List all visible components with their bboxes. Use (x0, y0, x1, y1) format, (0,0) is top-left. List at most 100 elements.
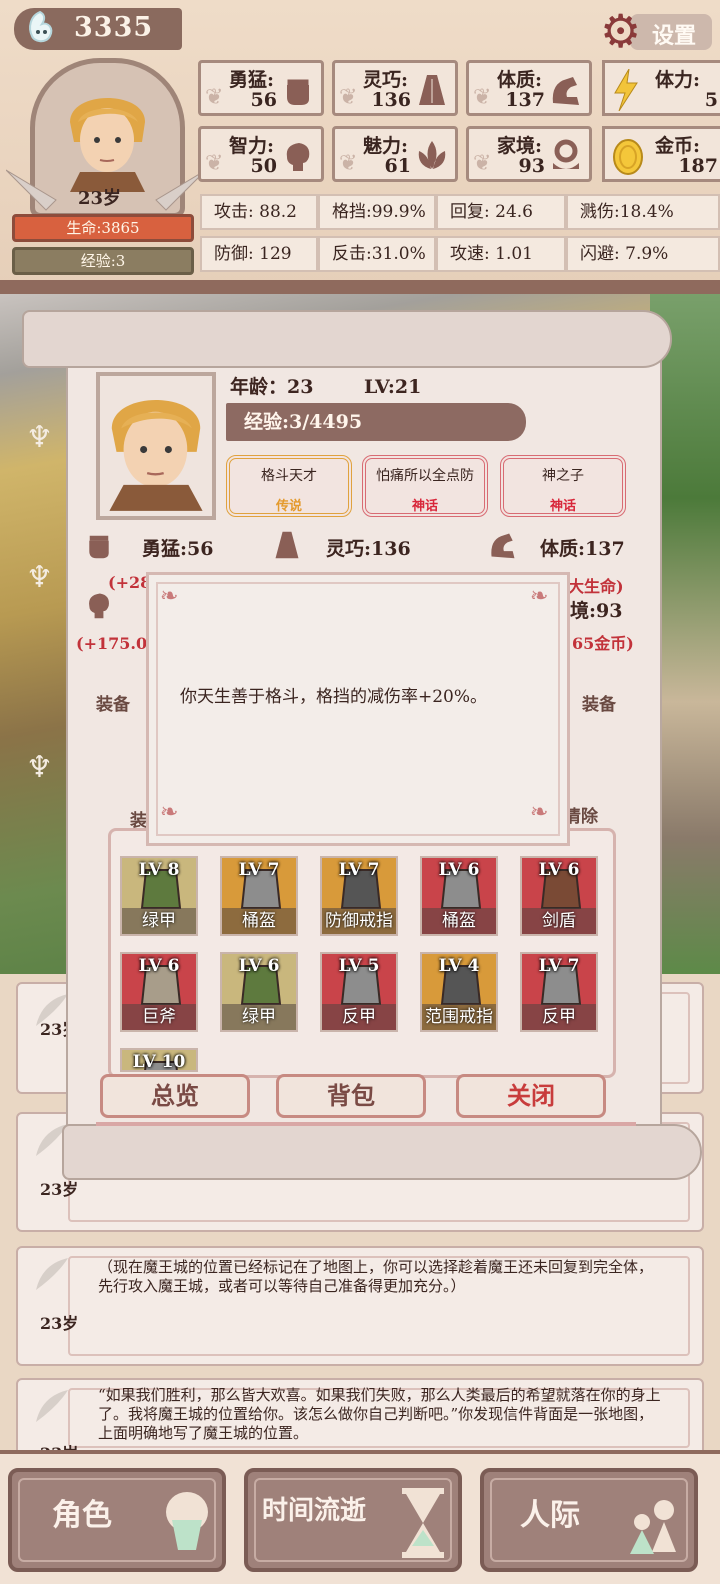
nav-label: 角色 (52, 1498, 112, 1533)
exp-banner: 经验:3/4495 (226, 403, 526, 441)
nav-social-button[interactable]: 人际 (480, 1468, 698, 1572)
equipment-slot[interactable]: LV 7 防御戒指 (320, 856, 398, 936)
stat-value: 61 (384, 155, 411, 177)
talent-card[interactable]: 神之子 神话 (500, 455, 626, 517)
map-marker-icon[interactable]: ♆ (26, 420, 53, 455)
character-portrait[interactable] (96, 372, 216, 520)
stat-card-intelligence[interactable]: ❦ 智力: 50 (198, 126, 324, 182)
gear-icon[interactable]: ⚙ (600, 8, 641, 54)
attr-regen: 回复: 24.6 (436, 194, 566, 230)
lotus-icon (418, 141, 446, 169)
stat-card-charm[interactable]: ❦ 魅力: 61 (332, 126, 458, 182)
log-entry: 23岁 （现在魔王城的位置已经标记在了地图上，你可以选择趁着魔王还未回复到完全体… (16, 1246, 704, 1366)
stat-value: 137 (505, 89, 545, 111)
close-button[interactable]: 关闭 (456, 1074, 606, 1118)
equipment-slot[interactable]: LV 4 范围戒指 (420, 952, 498, 1032)
bonus-text: 65金币) (572, 634, 634, 653)
level-value: LV:21 (363, 376, 422, 398)
stat-label: 灵巧: (363, 69, 409, 91)
arm-icon (552, 77, 579, 105)
soul-icon (29, 10, 53, 43)
equipment-name: 桶盔 (222, 908, 296, 934)
talent-rarity: 神话 (411, 499, 438, 514)
stat-card-family[interactable]: ❦ 家境: 93 (466, 126, 592, 182)
attr-attack: 攻击: 88.2 (200, 194, 318, 230)
equipment-slot[interactable]: LV 5 反甲 (320, 952, 398, 1032)
stamina-label: 体力: (655, 69, 701, 91)
feather-icon (36, 1258, 68, 1290)
bonus-text: 大生命) (568, 577, 624, 596)
attr-block: 格挡:99.9% (318, 194, 436, 230)
equipment-slot[interactable]: LV 7 桶盔 (220, 856, 298, 936)
leaf-ornament-icon: ❦ (339, 85, 358, 110)
equipment-slot[interactable]: LV 10 (120, 1048, 198, 1072)
equipment-slot[interactable]: LV 6 剑盾 (520, 856, 598, 936)
equipment-slot[interactable]: LV 6 巨斧 (120, 952, 198, 1032)
equipment-level: LV 4 (438, 956, 480, 976)
hourglass-icon (402, 1488, 444, 1558)
stat-card-constitution[interactable]: ❦ 体质: 137 (466, 60, 592, 116)
feather-icon (36, 1390, 68, 1422)
log-text: “如果我们胜利，那么皆大欢喜。如果我们失败，那么人类最后的希望就落在你的身上了。… (98, 1386, 661, 1442)
leaf-ornament-icon: ❦ (339, 151, 358, 176)
equipment-name: 巨斧 (122, 1004, 196, 1030)
attribute-row-2: 防御: 129 反击:31.0% 攻速: 1.01 闪避: 7.9% (200, 236, 720, 272)
popup-frame (156, 582, 560, 836)
fist-icon (88, 534, 110, 559)
settings-label[interactable]: 设置 (652, 18, 696, 50)
stat-label: 家境: (497, 135, 543, 157)
equipment-slot[interactable]: LV 6 桶盔 (420, 856, 498, 936)
talent-card[interactable]: 格斗天才 传说 (226, 455, 352, 517)
equipment-name: 反甲 (522, 1004, 596, 1030)
equipment-name: 绿甲 (122, 908, 196, 934)
age-level: 年龄：23 LV:21 (230, 372, 421, 399)
overview-button[interactable]: 总览 (100, 1074, 250, 1118)
attr-attack-speed: 攻速: 1.01 (436, 236, 566, 272)
leaf-ornament-icon: ❦ (473, 85, 492, 110)
attribute-row-1: 攻击: 88.2 格挡:99.9% 回复: 24.6 溅伤:18.4% (200, 194, 720, 230)
equipment-tab[interactable]: 装 (130, 806, 147, 831)
equipment-level: LV 6 (138, 956, 180, 976)
map-marker-icon[interactable]: ♆ (26, 560, 53, 595)
scroll-bottom-roll (62, 1124, 702, 1180)
backpack-button[interactable]: 背包 (276, 1074, 426, 1118)
stat-family: 境:93 (570, 600, 623, 622)
equipment-slot[interactable]: LV 7 反甲 (520, 952, 598, 1032)
bonus-text: (+28 (108, 573, 152, 592)
popup-text: 你天生善于格斗，格挡的减伤率+20%。 (180, 687, 488, 707)
nav-time-button[interactable]: 时间流逝 (244, 1468, 462, 1572)
home-icon (553, 139, 579, 169)
gold-label: 金币: (655, 135, 701, 157)
talent-name: 怕痛所以全点防 (376, 468, 474, 484)
arm-icon (491, 533, 515, 559)
equipment-slot[interactable]: LV 6 绿甲 (220, 952, 298, 1032)
equipment-level: LV 5 (338, 956, 380, 976)
xp-bar: 经验:3 (12, 247, 194, 275)
equipment-slot[interactable]: LV 8 绿甲 (120, 856, 198, 936)
stat-card-agility[interactable]: ❦ 灵巧: 136 (332, 60, 458, 116)
talent-card[interactable]: 怕痛所以全点防 神话 (362, 455, 488, 517)
talent-name: 神之子 (542, 468, 584, 484)
nav-character-button[interactable]: 角色 (8, 1468, 226, 1572)
map-marker-icon[interactable]: ♆ (26, 750, 53, 785)
stat-value: 50 (250, 155, 277, 177)
cloak-icon (275, 531, 299, 559)
stat-card-bravery[interactable]: ❦ 勇猛: 56 (198, 60, 324, 116)
talent-rarity: 神话 (549, 499, 576, 514)
lightning-icon (614, 69, 638, 111)
gold-card[interactable]: 金币: 187 (602, 126, 720, 182)
stat-label: 体质: (497, 69, 543, 91)
equipment-level: LV 7 (238, 860, 280, 880)
stamina-card[interactable]: 体力: 5 (602, 60, 720, 116)
ribbon-divider (96, 1122, 636, 1126)
attr-splash: 溅伤:18.4% (566, 194, 720, 230)
hp-bar: 生命:3865 (12, 214, 194, 242)
equipment-level: LV 6 (538, 860, 580, 880)
corner-ornament-icon: ❧ (160, 800, 179, 825)
equipment-level: LV 6 (438, 860, 480, 880)
character-portrait-icon (70, 98, 145, 192)
stat-bravery: 勇猛:56 (142, 538, 214, 560)
stat-value: 93 (518, 155, 545, 177)
character-portrait-icon (109, 400, 203, 511)
stat-agility: 灵巧:136 (326, 538, 411, 560)
